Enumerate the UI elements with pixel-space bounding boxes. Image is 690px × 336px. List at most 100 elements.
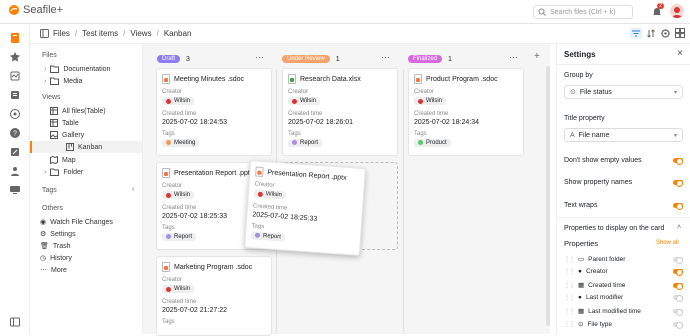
dragging-card[interactable]: Presentation Report .pptx Creator Wilsin… — [244, 160, 366, 256]
grid-view-icon[interactable] — [675, 28, 685, 38]
property-toggle[interactable] — [673, 256, 683, 264]
drag-handle-icon[interactable]: ⋮⋮ — [564, 321, 575, 328]
nav-view-map[interactable]: Map — [50, 154, 76, 166]
search-box[interactable]: Search files (Ctrl + k) — [533, 5, 633, 19]
avatar — [292, 98, 297, 104]
text-wraps-toggle[interactable] — [673, 203, 683, 210]
user-avatar[interactable] — [670, 4, 684, 18]
nav-folder-media[interactable]: › Media — [44, 75, 82, 87]
drag-handle-icon[interactable]: ⋮⋮ — [564, 268, 575, 275]
collapse-sidebar-icon[interactable] — [9, 316, 21, 328]
nav-view-all-files[interactable]: All files(Table) — [50, 105, 106, 117]
add-column-icon[interactable]: + — [534, 51, 540, 62]
property-toggle[interactable] — [673, 269, 683, 276]
nav-trash[interactable]: 🗑 Trash — [40, 240, 71, 252]
creator-name: Wilsin — [174, 286, 190, 292]
star-icon[interactable] — [9, 51, 21, 63]
created-time: 2025-07-02 21:27:22 — [162, 306, 227, 314]
notification-bell-icon[interactable]: 2 — [652, 3, 664, 18]
empty-values-toggle[interactable] — [673, 158, 683, 165]
card-title: Research Data.xlsx — [300, 75, 361, 83]
filter-icon[interactable] — [630, 28, 642, 39]
creator-chip: Wilsin — [162, 285, 194, 293]
kanban-card[interactable]: Marketing Program .sdoc Creator Wilsin C… — [156, 256, 272, 336]
title-property-select[interactable]: A File name ▾ — [564, 128, 683, 142]
chevron-up-icon[interactable]: ˄ — [677, 224, 681, 231]
devices-icon[interactable] — [9, 184, 21, 196]
property-toggle[interactable] — [673, 308, 683, 316]
column-count: 3 — [186, 55, 190, 63]
breadcrumb-test-items[interactable]: Test items — [82, 29, 118, 38]
creator-name: Wilsin — [174, 192, 190, 198]
app-logo[interactable]: Seafile+ — [8, 4, 63, 16]
avatar — [166, 192, 171, 198]
drag-handle-icon[interactable]: ⋮⋮ — [564, 282, 575, 289]
link-icon[interactable] — [9, 146, 21, 158]
nav-tags-heading[interactable]: Tags — [42, 187, 57, 194]
nav-item-label: Folder — [63, 168, 84, 176]
nav-item-label: Documentation — [63, 65, 111, 73]
folder-icon — [50, 77, 60, 85]
trash-icon: 🗑 — [40, 243, 49, 250]
drag-handle-icon[interactable]: ⋮⋮ — [564, 256, 575, 263]
card-field-label: Created time — [162, 298, 197, 305]
kanban-card[interactable]: Research Data.xlsx Creator Wilsin Create… — [282, 68, 398, 156]
kanban-board: Draft 3 ⋯ Under Review 1 ⋯ Finalized 1 ⋯… — [143, 44, 550, 336]
wiki-icon[interactable] — [9, 89, 21, 101]
breadcrumb-views[interactable]: Views — [130, 29, 151, 38]
toggle-row-property-names: Show property names — [564, 179, 683, 187]
tag-dot — [418, 140, 423, 145]
column-header-finalized[interactable]: Finalized 1 — [408, 53, 452, 65]
property-toggle[interactable] — [673, 295, 683, 302]
close-icon[interactable]: × — [677, 48, 683, 59]
creator-name: Wilsin — [426, 98, 442, 104]
creator-name: Wilsin — [300, 98, 316, 104]
nav-watch-file-changes[interactable]: ◉ Watch File Changes — [40, 216, 113, 228]
drag-handle-icon[interactable]: ⋮⋮ — [564, 294, 575, 301]
column-more-icon[interactable]: ⋯ — [509, 52, 518, 63]
card-title: Presentation Report .pptx — [267, 168, 347, 182]
nav-settings[interactable]: ⚙ Settings — [40, 228, 76, 240]
column-more-icon[interactable]: ⋯ — [255, 52, 264, 63]
nav-views-heading[interactable]: Views — [42, 94, 61, 101]
tags-collapse-icon[interactable]: ‹ — [132, 186, 134, 193]
nav-more[interactable]: ⋯ More — [40, 264, 67, 276]
creator-name: Wilsin — [174, 98, 190, 104]
nav-view-folder[interactable]: › Folder — [44, 166, 83, 178]
card-title: Presentation Report .pptx — [174, 169, 254, 177]
nav-files-heading[interactable]: Files — [42, 52, 57, 59]
board-scrollbar[interactable] — [546, 66, 550, 326]
group-icon[interactable] — [9, 165, 21, 177]
status-badge: Under Review — [282, 55, 330, 63]
column-header-under-review[interactable]: Under Review 1 — [282, 53, 340, 65]
help-icon[interactable]: ? — [9, 127, 21, 139]
tag-name: Report — [262, 232, 282, 240]
nav-folder-documentation[interactable]: › Documentation — [44, 63, 110, 75]
property-toggle[interactable] — [673, 282, 683, 290]
nav-others-heading[interactable]: Others — [42, 205, 63, 212]
breadcrumb-files[interactable]: Files — [53, 29, 70, 38]
files-icon[interactable] — [9, 32, 21, 44]
nav-view-gallery[interactable]: Gallery — [50, 129, 84, 141]
toggle-sidebar-icon[interactable] — [40, 29, 49, 38]
calendar-icon: ▦ — [578, 308, 585, 315]
published-icon[interactable] — [9, 108, 21, 120]
column-header-draft[interactable]: Draft 3 — [157, 53, 190, 65]
property-names-toggle[interactable] — [673, 180, 683, 187]
column-more-icon[interactable]: ⋯ — [381, 52, 390, 63]
nav-view-kanban[interactable]: Kanban — [30, 141, 142, 153]
table-icon — [50, 107, 58, 115]
seafile-logo-icon — [9, 5, 19, 15]
nav-history[interactable]: ◷ History — [40, 252, 72, 264]
group-by-select[interactable]: ⊙ File status ▾ — [564, 85, 683, 99]
kanban-card[interactable]: Product Program .sdoc Creator Wilsin Cre… — [408, 68, 524, 156]
drag-handle-icon[interactable]: ⋮⋮ — [564, 308, 575, 315]
kanban-settings-icon[interactable] — [660, 28, 671, 39]
show-all-link[interactable]: Show all — [656, 240, 679, 246]
kanban-card[interactable]: Meeting Minutes .sdoc Creator Wilsin Cre… — [156, 68, 272, 156]
activity-icon[interactable] — [9, 70, 21, 82]
map-icon — [50, 156, 58, 164]
property-toggle[interactable] — [673, 321, 683, 329]
sort-icon[interactable] — [646, 28, 656, 39]
nav-view-table[interactable]: Table — [50, 117, 79, 129]
